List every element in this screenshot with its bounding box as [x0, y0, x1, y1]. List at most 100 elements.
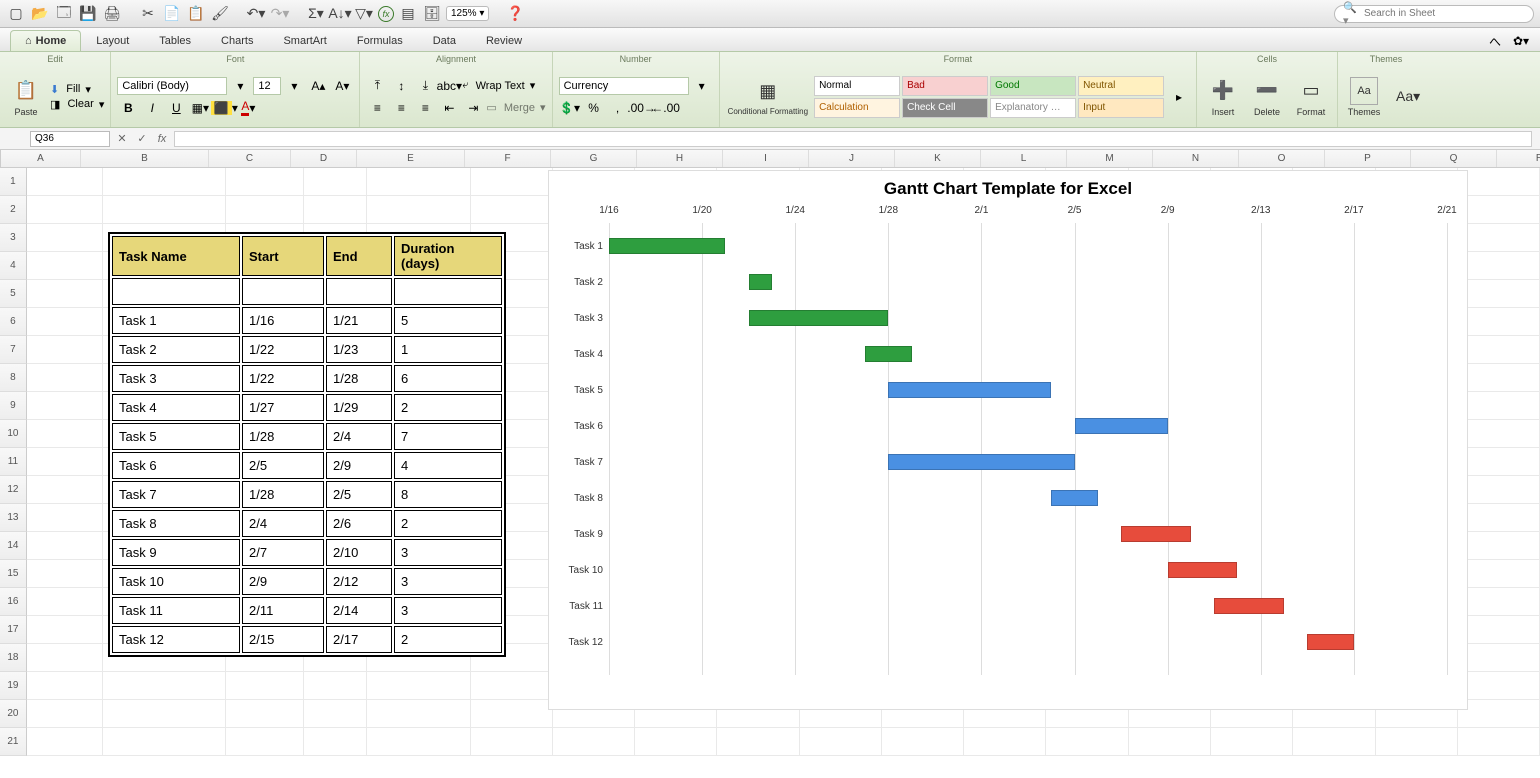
bold-button[interactable]: B — [117, 98, 139, 118]
cell[interactable] — [1458, 336, 1540, 364]
gantt-chart[interactable]: Gantt Chart Template for Excel 1/161/201… — [548, 170, 1468, 710]
row-header[interactable]: 3 — [0, 224, 27, 252]
decrease-font-icon[interactable]: A▾ — [331, 76, 353, 96]
cell[interactable] — [1458, 196, 1540, 224]
redo-icon[interactable]: ↷▾ — [270, 4, 290, 24]
zoom-select[interactable]: 125% ▾ — [446, 6, 489, 21]
fx-label-icon[interactable]: fx — [154, 133, 170, 145]
cell[interactable] — [103, 700, 225, 728]
gantt-bar[interactable] — [609, 238, 725, 254]
formula-input[interactable] — [174, 131, 1532, 147]
chevron-down-icon[interactable]: ▾ — [229, 76, 251, 96]
row-header[interactable]: 14 — [0, 532, 27, 560]
row-header[interactable]: 1 — [0, 168, 27, 196]
style-normal[interactable]: Normal — [814, 76, 900, 96]
tab-home[interactable]: ⌂Home — [10, 30, 81, 51]
cell[interactable] — [1458, 728, 1540, 756]
cell[interactable] — [27, 196, 104, 224]
col-header[interactable]: P — [1325, 150, 1411, 167]
row-header[interactable]: 13 — [0, 504, 27, 532]
style-calculation[interactable]: Calculation — [814, 98, 900, 118]
col-header[interactable]: D — [291, 150, 357, 167]
cell[interactable] — [800, 728, 882, 756]
cell[interactable] — [1458, 672, 1540, 700]
clear-button[interactable]: ◨ Clear ▾ — [50, 98, 104, 111]
cell[interactable] — [367, 728, 470, 756]
cell[interactable] — [471, 700, 553, 728]
col-header[interactable]: E — [357, 150, 465, 167]
style-neutral[interactable]: Neutral — [1078, 76, 1164, 96]
col-header[interactable]: H — [637, 150, 723, 167]
show-icon[interactable]: ▤ — [398, 4, 418, 24]
cell[interactable] — [27, 364, 104, 392]
cell[interactable] — [1129, 728, 1211, 756]
cell[interactable] — [471, 672, 553, 700]
indent-left-icon[interactable]: ⇤ — [438, 98, 460, 118]
undo-icon[interactable]: ↶▾ — [246, 4, 266, 24]
gallery-icon[interactable]: 🗔 — [54, 4, 74, 24]
align-top-icon[interactable]: ⤒ — [366, 76, 388, 96]
row-header[interactable]: 5 — [0, 280, 27, 308]
row-header[interactable]: 11 — [0, 448, 27, 476]
tab-smartart[interactable]: SmartArt — [268, 30, 341, 51]
cell[interactable] — [1458, 476, 1540, 504]
cell[interactable] — [1458, 504, 1540, 532]
cell[interactable] — [471, 728, 553, 756]
cell[interactable] — [367, 168, 470, 196]
cell[interactable] — [27, 616, 104, 644]
font-name-select[interactable] — [117, 77, 227, 95]
cell[interactable] — [1376, 728, 1458, 756]
cell[interactable] — [103, 168, 225, 196]
gantt-bar[interactable] — [865, 346, 912, 362]
style-check-cell[interactable]: Check Cell — [902, 98, 988, 118]
increase-font-icon[interactable]: A▴ — [307, 76, 329, 96]
cell[interactable] — [27, 672, 104, 700]
format-button[interactable]: ▭Format — [1291, 75, 1331, 119]
col-header[interactable]: G — [551, 150, 637, 167]
ribbon-settings-icon[interactable]: ✿▾ — [1510, 31, 1532, 51]
themes-button[interactable]: AaThemes — [1344, 75, 1384, 119]
cell[interactable] — [1458, 252, 1540, 280]
cell[interactable] — [27, 224, 104, 252]
orientation-icon[interactable]: abc▾ — [438, 76, 460, 96]
help-icon[interactable]: ❓ — [505, 4, 525, 24]
col-header[interactable]: I — [723, 150, 809, 167]
cell[interactable] — [27, 700, 104, 728]
cell[interactable] — [304, 168, 367, 196]
cell[interactable] — [27, 532, 104, 560]
cell[interactable] — [226, 196, 304, 224]
row-header[interactable]: 18 — [0, 644, 27, 672]
wrap-text-button[interactable]: ⤶ Wrap Text ▾ — [462, 79, 535, 92]
save-icon[interactable]: 💾 — [78, 4, 98, 24]
cell[interactable] — [1458, 168, 1540, 196]
cell[interactable] — [27, 644, 104, 672]
align-middle-icon[interactable]: ↕ — [390, 76, 412, 96]
cell[interactable] — [103, 196, 225, 224]
align-bottom-icon[interactable]: ⤓ — [414, 76, 436, 96]
cell[interactable] — [304, 672, 367, 700]
style-good[interactable]: Good — [990, 76, 1076, 96]
percent-icon[interactable]: % — [583, 98, 605, 118]
new-icon[interactable]: ▢ — [6, 4, 26, 24]
enter-icon[interactable]: ✓ — [134, 132, 150, 145]
merge-button[interactable]: ▭ Merge ▾ — [486, 101, 545, 114]
col-header[interactable]: N — [1153, 150, 1239, 167]
row-header[interactable]: 8 — [0, 364, 27, 392]
italic-button[interactable]: I — [141, 98, 163, 118]
col-header[interactable]: O — [1239, 150, 1325, 167]
row-header[interactable]: 9 — [0, 392, 27, 420]
style-bad[interactable]: Bad — [902, 76, 988, 96]
column-headers[interactable]: ABCDEFGHIJKLMNOPQR — [0, 150, 1540, 168]
row-header[interactable]: 10 — [0, 420, 27, 448]
cell[interactable] — [367, 196, 470, 224]
style-explanatory-[interactable]: Explanatory … — [990, 98, 1076, 118]
col-header[interactable]: C — [209, 150, 291, 167]
cell[interactable] — [1458, 224, 1540, 252]
row-header[interactable]: 19 — [0, 672, 27, 700]
row-header[interactable]: 17 — [0, 616, 27, 644]
row-header[interactable]: 12 — [0, 476, 27, 504]
row-header[interactable]: 2 — [0, 196, 27, 224]
tab-charts[interactable]: Charts — [206, 30, 268, 51]
gantt-bar[interactable] — [1168, 562, 1238, 578]
fonts-theme-button[interactable]: Aa▾ — [1388, 81, 1428, 113]
